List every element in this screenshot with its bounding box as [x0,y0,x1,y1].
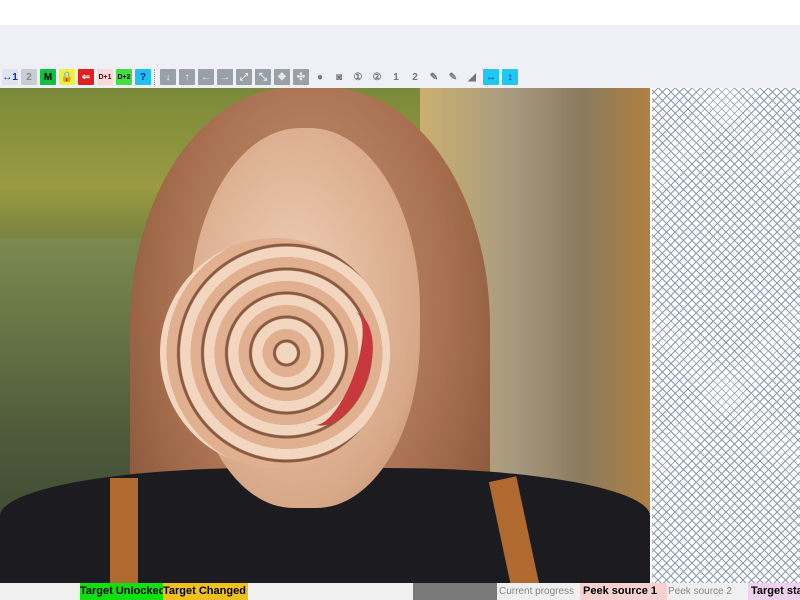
bag-strap [110,478,138,583]
horizontal-icon[interactable]: ↔ [483,69,499,85]
toolbar-separator [154,69,157,85]
status-bar: Target Unlocked Target Changed Current p… [0,583,800,600]
square-1-icon[interactable]: 1 [388,69,404,85]
arrow-right-icon[interactable]: → [217,69,233,85]
toolbar: ↔1 2 M 🔒 ⇐ D+1 D+2? ↓ ↑ ← → ⤢ ⤡ ✥ ✣ ● ◙ ① ② 1 2 ✎ ✎ ◢ ↔ ↕ [2,68,518,86]
source-2-icon[interactable]: 2 [21,69,37,85]
d-plus-2-icon[interactable]: D+2 [116,69,132,85]
target-state: Target state [748,583,800,600]
progress-label: Current progress [499,586,575,597]
arrow-down-icon[interactable]: ↓ [160,69,176,85]
expand-icon[interactable]: ⤢ [236,69,252,85]
title-bar [0,0,800,25]
peek-source-2[interactable]: Peek source 2 [668,583,748,600]
target-changed-status: Target Changed [163,583,248,600]
shrink-icon[interactable]: ⤡ [255,69,271,85]
link-source-1-icon[interactable]: ↔1 [2,69,18,85]
blur-icon[interactable]: ◙ [331,69,347,85]
empty-target-area [652,88,800,583]
image-canvas[interactable] [0,88,650,583]
lock-icon[interactable]: 🔒 [59,69,75,85]
progress-bar [413,583,497,600]
triangle-icon[interactable]: ◢ [464,69,480,85]
vertical-icon[interactable]: ↕ [502,69,518,85]
help-icon[interactable]: ? [135,69,151,85]
point-2-icon[interactable]: ② [369,69,385,85]
brush-icon[interactable]: ✎ [426,69,442,85]
expand-all-icon[interactable]: ✥ [274,69,290,85]
brush-2-icon[interactable]: ✎ [445,69,461,85]
peek-source-1[interactable]: Peek source 1 [580,583,667,600]
morph-icon[interactable]: ⇐ [78,69,94,85]
arrow-up-icon[interactable]: ↑ [179,69,195,85]
square-2-icon[interactable]: 2 [407,69,423,85]
target-unlocked-status: Target Unlocked [80,583,163,600]
d-plus-1-icon[interactable]: D+1 [97,69,113,85]
arrow-left-icon[interactable]: ← [198,69,214,85]
dot-icon[interactable]: ● [312,69,328,85]
mask-icon[interactable]: M [40,69,56,85]
shrink-all-icon[interactable]: ✣ [293,69,309,85]
point-1-icon[interactable]: ① [350,69,366,85]
